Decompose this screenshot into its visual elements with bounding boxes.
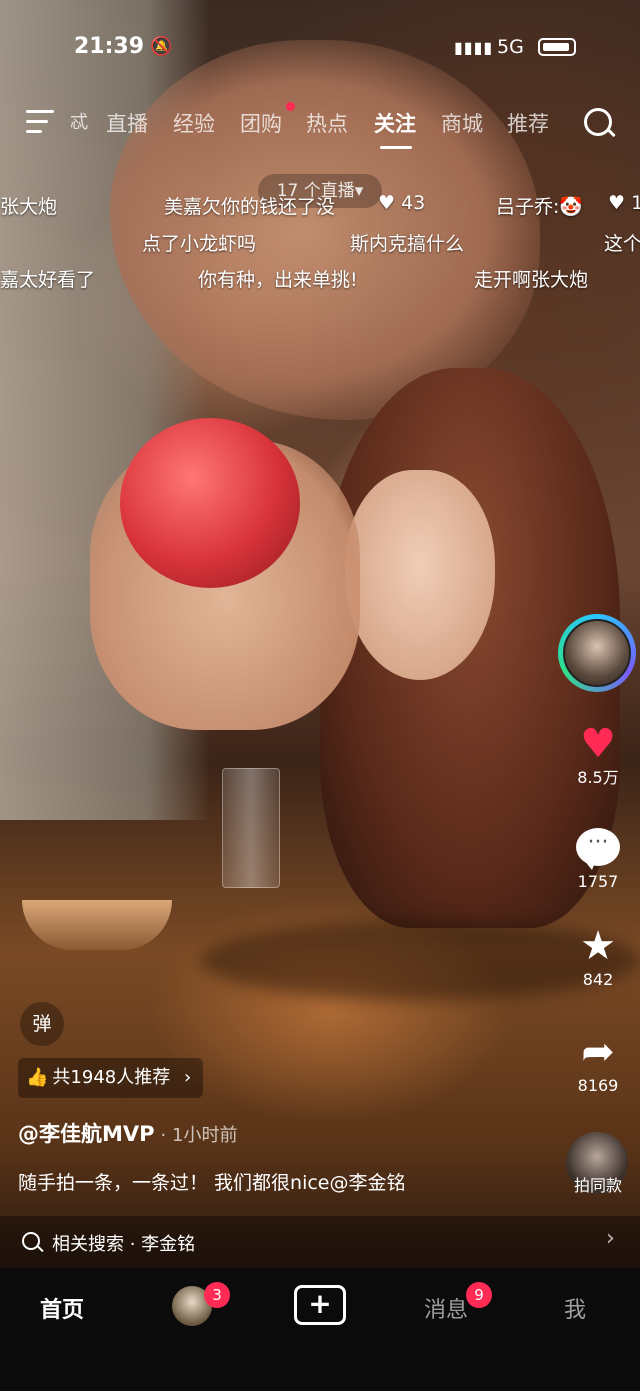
chevron-right-icon: › bbox=[183, 1067, 192, 1088]
like-count: 8.5万 bbox=[577, 768, 619, 787]
thumbs-up-icon: 👍 bbox=[26, 1067, 49, 1088]
search-icon bbox=[22, 1232, 40, 1250]
video-scene-apple bbox=[120, 418, 300, 588]
favorite-button[interactable]: ★ 842 bbox=[558, 922, 638, 990]
danmu-item: 嘉太好看了 bbox=[0, 269, 96, 291]
active-tab-indicator bbox=[380, 146, 412, 149]
tab-mall[interactable]: 商城 bbox=[441, 108, 483, 138]
danmu-item: 这个 bbox=[604, 233, 640, 255]
related-search-bar[interactable]: 相关搜索 · 李金铭 › bbox=[0, 1216, 640, 1268]
tab-recommend[interactable]: 推荐 bbox=[507, 108, 549, 138]
star-icon: ★ bbox=[580, 923, 616, 969]
recommend-chip[interactable]: 👍 共1948人推荐 › bbox=[18, 1058, 204, 1098]
battery-icon bbox=[538, 38, 576, 56]
danmu-item: 你有种，出来单挑! bbox=[198, 269, 358, 291]
post-time: · 1小时前 bbox=[160, 1125, 238, 1146]
tab-experience[interactable]: 经验 bbox=[173, 108, 215, 138]
share-count: 8169 bbox=[577, 1076, 619, 1095]
danmu-item: 点了小龙虾吗 bbox=[142, 233, 257, 255]
recommend-text: 共1948人推荐 bbox=[52, 1067, 171, 1088]
creator-avatar[interactable] bbox=[558, 614, 636, 692]
friends-badge: 3 bbox=[204, 1282, 230, 1308]
clock: 21:39 bbox=[74, 34, 145, 59]
tab-partial[interactable]: 忒 bbox=[70, 108, 88, 134]
menu-icon[interactable] bbox=[26, 110, 56, 134]
nav-messages[interactable]: 消息 bbox=[424, 1292, 468, 1324]
heart-icon: ♥ bbox=[378, 192, 396, 214]
tab-hot[interactable]: 热点 bbox=[306, 108, 348, 138]
search-icon[interactable] bbox=[584, 108, 612, 136]
danmu-item: 吕子乔:🤡 bbox=[496, 196, 584, 218]
danmu-item: 斯内克搞什么 bbox=[350, 233, 465, 255]
comment-count: 1757 bbox=[577, 872, 619, 891]
messages-badge: 9 bbox=[466, 1282, 492, 1308]
video-caption[interactable]: 随手拍一条，一条过！ 我们都很nice@李金铭 bbox=[18, 1168, 406, 1195]
danmu-toggle-button[interactable]: 弹 bbox=[20, 1002, 64, 1046]
remix-label[interactable]: 拍同款 bbox=[558, 1172, 638, 1196]
related-search-text: 相关搜索 · 李金铭 bbox=[52, 1234, 196, 1255]
danmu-item: 张大炮 bbox=[0, 196, 58, 218]
tab-live[interactable]: 直播 bbox=[106, 108, 148, 138]
author-handle[interactable]: @李佳航MVP bbox=[18, 1122, 155, 1146]
danmu-like-count: 43 bbox=[401, 192, 426, 214]
video-scene-woman bbox=[345, 470, 495, 680]
top-tab-bar: 忒 直播 经验 团购 热点 关注 商城 推荐 bbox=[0, 98, 640, 149]
mute-bell-icon: 🔕 bbox=[150, 36, 173, 57]
comment-button[interactable]: ··· 1757 bbox=[558, 824, 638, 892]
chevron-right-icon: › bbox=[606, 1226, 615, 1251]
tab-following[interactable]: 关注 bbox=[374, 108, 416, 138]
video-scene-glass bbox=[222, 768, 280, 888]
status-bar: 21:39 🔕 ▮▮▮▮ 5G bbox=[0, 0, 640, 92]
favorite-count: 842 bbox=[582, 970, 614, 989]
like-button[interactable]: ♥ 8.5万 bbox=[558, 720, 638, 788]
tab-groupbuy[interactable]: 团购 bbox=[240, 108, 282, 138]
share-arrow-icon: ➦ bbox=[581, 1029, 615, 1075]
share-button[interactable]: ➦ 8169 bbox=[558, 1028, 638, 1096]
comment-icon: ··· bbox=[576, 828, 620, 870]
create-post-button[interactable]: + bbox=[294, 1285, 346, 1325]
danmu-item: 走开啊张大炮 bbox=[474, 269, 589, 291]
notification-dot bbox=[286, 102, 295, 111]
heart-icon: ♥ bbox=[580, 721, 616, 767]
video-scene-bowl bbox=[22, 900, 172, 950]
nav-me[interactable]: 我 bbox=[564, 1292, 586, 1324]
danmu-item: 美嘉欠你的钱还了没 bbox=[164, 196, 336, 218]
author-line: @李佳航MVP · 1小时前 bbox=[18, 1118, 237, 1148]
danmu-like: ♥ 43 bbox=[378, 192, 425, 214]
avatar bbox=[563, 619, 631, 687]
network-type: 5G bbox=[497, 36, 524, 58]
danmu-item: ♥ 1 bbox=[608, 192, 640, 214]
signal-icon: ▮▮▮▮ bbox=[454, 38, 494, 57]
nav-home[interactable]: 首页 bbox=[40, 1292, 84, 1324]
